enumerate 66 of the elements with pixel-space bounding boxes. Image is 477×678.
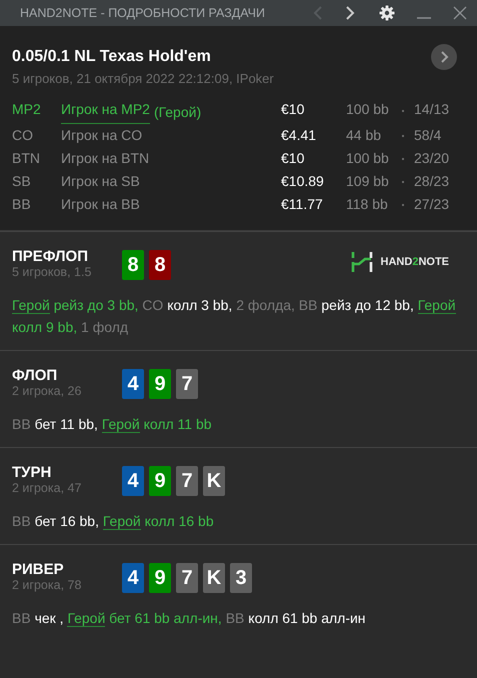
playing-card: 7 <box>176 466 198 496</box>
player-name: Игрок на BTN <box>61 149 150 168</box>
stack-bb: 118 bb <box>346 195 389 214</box>
forward-icon[interactable] <box>345 6 355 20</box>
playing-card: 9 <box>149 563 171 593</box>
stack-bb: 109 bb <box>346 172 390 191</box>
stack-amount: €10 <box>281 149 306 168</box>
position-label: BB <box>12 195 32 214</box>
playing-card: K <box>203 563 225 593</box>
settings-icon[interactable] <box>379 5 395 21</box>
street-info: 2 игрока, 47 <box>12 481 82 495</box>
stack-amount: €10.89 <box>281 172 325 191</box>
player-stats: 27/23 <box>414 195 450 214</box>
player-stats: 14/13 <box>414 100 450 119</box>
window-title: HAND2NOTE - ПОДРОБНОСТИ РАЗДАЧИ <box>20 6 265 20</box>
playing-card: 8 <box>149 250 171 280</box>
action-line: BB бет 16 bb, Герой колл 16 bb <box>12 512 215 532</box>
hero-link[interactable]: Герой <box>12 297 50 314</box>
street-title: РИВЕР <box>12 561 65 578</box>
position-label: CO <box>12 126 34 145</box>
action-line: BB чек , Герой бет 61 bb алл-ин, BB колл 61 bb алл-ин <box>12 609 367 629</box>
street-title: ПРЕФЛОП <box>12 248 89 265</box>
street-title: ФЛОП <box>12 367 58 384</box>
position-label: SB <box>12 172 32 191</box>
stack-bb: 44 bb <box>346 126 382 145</box>
playing-card: 7 <box>176 369 198 399</box>
street-info: 5 игроков, 1.5 <box>12 265 92 279</box>
playing-card: 8 <box>122 250 144 280</box>
playing-card: 9 <box>149 466 171 496</box>
hero-link[interactable]: Герой <box>418 297 456 314</box>
playing-card: K <box>203 466 225 496</box>
player-stats: 58/4 <box>414 126 442 145</box>
close-icon[interactable] <box>453 6 467 20</box>
player-name: Игрок на CO <box>61 126 142 145</box>
stack-bb: 100 bb <box>346 149 390 168</box>
playing-card: 7 <box>176 563 198 593</box>
stack-amount: €10 <box>281 100 306 119</box>
player-link[interactable]: Игрок на MP2 <box>61 101 150 124</box>
playing-card: 3 <box>230 563 252 593</box>
hero-link[interactable]: Герой <box>67 610 106 627</box>
playing-card: 4 <box>122 466 144 496</box>
logo-icon <box>350 252 373 272</box>
playing-card: 4 <box>122 369 144 399</box>
street-title: ТУРН <box>12 464 52 481</box>
hero-tag: (Герой) <box>154 101 202 124</box>
street-info: 2 игрока, 78 <box>12 578 82 592</box>
position-label: MP2 <box>12 100 42 119</box>
hero-link[interactable]: Герой <box>102 513 141 530</box>
hero-link[interactable]: Герой <box>102 416 140 433</box>
game-title: 0.05/0.1 NL Texas Hold'em <box>12 48 211 66</box>
logo-text: HAND2NOTE <box>380 256 449 268</box>
forward-button[interactable] <box>431 44 457 70</box>
player-name: Игрок на BB <box>61 195 140 214</box>
hand-info: 5 игроков, 21 октября 2022 22:12:09, IPoker <box>12 71 275 86</box>
player-stats: 28/23 <box>414 172 450 191</box>
player-name: Игрок на SB <box>61 172 140 191</box>
street-info: 2 игрока, 26 <box>12 384 82 398</box>
stack-bb: 100 bb <box>346 100 390 119</box>
playing-card: 9 <box>149 369 171 399</box>
action-line: Герой рейз до 3 bb, CO колл 3 bb, 2 фолда, BB рейз до 12 bb, Герой колл 9 bb, 1 фолд <box>12 296 457 337</box>
player-stats: 23/20 <box>414 149 450 168</box>
action-line: BB бет 11 bb, Герой колл 11 bb <box>12 415 213 435</box>
playing-card: 4 <box>122 563 144 593</box>
stack-amount: €11.77 <box>281 195 324 214</box>
stack-amount: €4.41 <box>281 126 318 145</box>
position-label: BTN <box>12 149 41 168</box>
